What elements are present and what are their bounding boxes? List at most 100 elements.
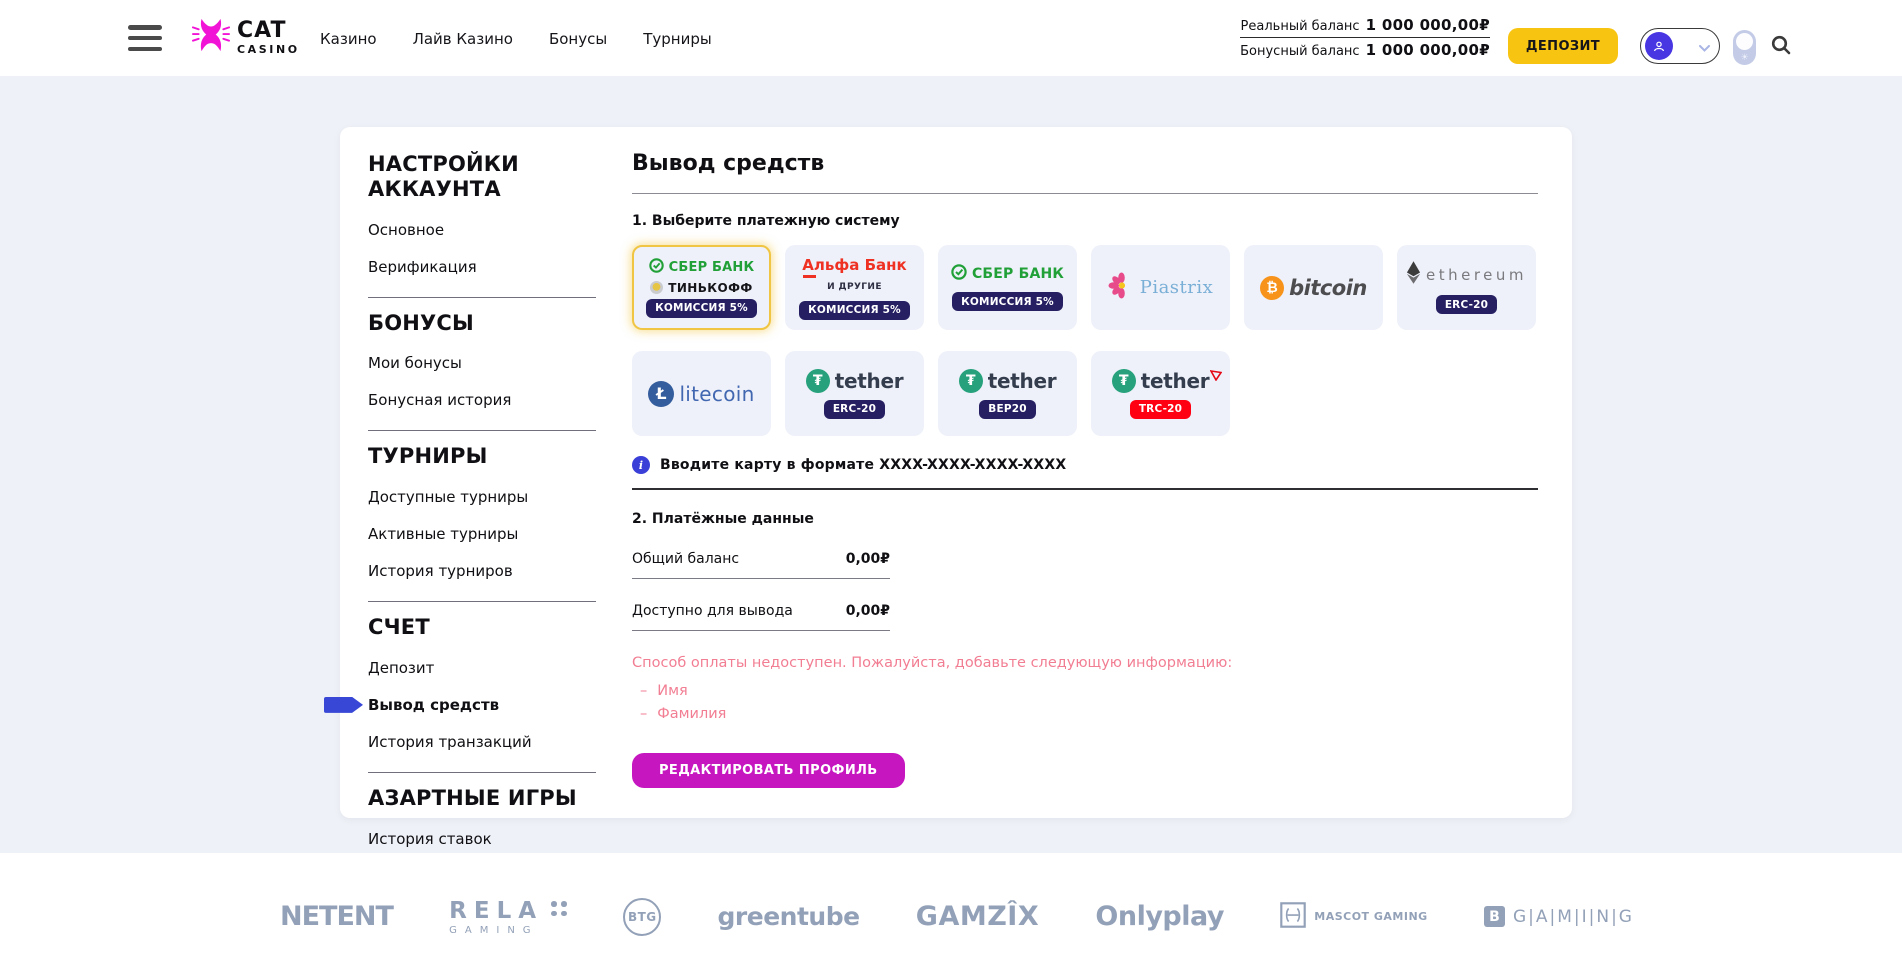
total-balance-row: Общий баланс 0,00₽ <box>632 551 890 579</box>
step1-label: 1. Выберите платежную систему <box>632 213 1538 229</box>
account-sidebar: НАСТРОЙКИ АККАУНТА Основное Верификация … <box>368 139 596 867</box>
bep20-badge: BEP20 <box>979 400 1035 419</box>
tether-icon: ₮ <box>959 369 983 393</box>
payment-tile-litecoin[interactable]: Ł litecoin <box>632 351 771 436</box>
sidebar-item-bonus-history[interactable]: Бонусная история <box>368 391 596 409</box>
bonus-balance-label: Бонусный баланс <box>1240 44 1359 59</box>
bitcoin-label: bitcoin <box>1289 276 1367 300</box>
bgaming-logo: B G|A|M|I|N|G <box>1484 906 1634 927</box>
commission-badge: КОМИССИЯ 5% <box>799 301 910 320</box>
providers-footer: NETENT RELA GAMING BTG greentube GAMZÎX … <box>0 853 1902 954</box>
payment-tile-tether-erc20[interactable]: ₮ tether ERC-20 <box>785 351 924 436</box>
withdrawal-content: Вывод средств 1. Выберите платежную сист… <box>632 139 1538 788</box>
edit-profile-button[interactable]: РЕДАКТИРОВАТЬ ПРОФИЛЬ <box>632 753 905 788</box>
alfa-sublabel: И ДРУГИЕ <box>827 282 882 292</box>
sidebar-item-verification[interactable]: Верификация <box>368 258 596 276</box>
balance-panel: Реальный баланс 1 000 000,00₽ Бонусный б… <box>1240 13 1490 62</box>
sidebar-divider <box>368 430 596 431</box>
mascot-icon <box>1280 902 1306 932</box>
tether-label: tether <box>1141 369 1210 393</box>
deposit-button[interactable]: ДЕПОЗИТ <box>1508 28 1618 64</box>
relax-gaming-logo: RELA GAMING <box>449 898 567 936</box>
sidebar-section-tournaments: ТУРНИРЫ <box>368 444 596 469</box>
toggle-knob <box>1736 33 1753 50</box>
sidebar-item-main[interactable]: Основное <box>368 221 596 239</box>
real-balance-value: 1 000 000,00₽ <box>1366 16 1490 34</box>
sidebar-section-account: СЧЕТ <box>368 615 596 640</box>
sber-label: СБЕР БАНК <box>972 266 1064 282</box>
sidebar-divider <box>368 601 596 602</box>
btg-logo: BTG <box>623 898 661 936</box>
nav-casino[interactable]: Казино <box>320 30 377 48</box>
section-divider <box>632 488 1538 490</box>
sidebar-divider <box>368 772 596 773</box>
payment-tile-tether-bep20[interactable]: ₮ tether BEP20 <box>938 351 1077 436</box>
sidebar-divider <box>368 297 596 298</box>
logo-text-casino: CASINO <box>237 44 300 55</box>
sidebar-item-available-tournaments[interactable]: Доступные турниры <box>368 488 596 506</box>
theme-toggle[interactable]: ☀ <box>1733 30 1756 65</box>
commission-badge: КОМИССИЯ 5% <box>646 299 757 318</box>
tether-icon: ₮ <box>1112 369 1136 393</box>
nav-live-casino[interactable]: Лайв Казино <box>413 30 513 48</box>
missing-field-last-name: Фамилия <box>640 706 1538 722</box>
account-card: НАСТРОЙКИ АККАУНТА Основное Верификация … <box>340 127 1572 818</box>
sidebar-item-transaction-history[interactable]: История транзакций <box>368 733 596 751</box>
top-header: CAT CASINO Казино Лайв Казино Бонусы Тур… <box>0 0 1902 76</box>
active-item-marker <box>324 697 363 713</box>
nav-tournaments[interactable]: Турниры <box>643 30 711 48</box>
bitcoin-icon: ₿ <box>1260 276 1284 300</box>
payment-unavailable-warning: Способ оплаты недоступен. Пожалуйста, до… <box>632 655 1538 671</box>
real-balance-row: Реальный баланс 1 000 000,00₽ <box>1240 13 1490 38</box>
payment-tile-ethereum[interactable]: ethereum ERC-20 <box>1397 245 1536 330</box>
title-divider <box>632 193 1538 194</box>
mascot-gaming-logo: MASCOT GAMING <box>1280 902 1427 932</box>
avatar-icon <box>1645 32 1673 60</box>
sidebar-section-bonuses: БОНУСЫ <box>368 311 596 336</box>
sidebar-item-bet-history[interactable]: История ставок <box>368 830 596 848</box>
cat-logo-icon <box>192 15 230 59</box>
missing-field-first-name: Имя <box>640 683 1538 699</box>
sun-icon: ☀ <box>1733 53 1756 63</box>
chevron-down-icon <box>1699 37 1710 56</box>
sidebar-item-active-tournaments[interactable]: Активные турниры <box>368 525 596 543</box>
payment-tile-alfabank[interactable]: Альфа Банк И ДРУГИЕ КОМИССИЯ 5% <box>785 245 924 330</box>
tether-icon: ₮ <box>806 369 830 393</box>
available-balance-value: 0,00₽ <box>846 603 890 619</box>
trc20-badge: TRC-20 <box>1130 400 1191 419</box>
profile-menu-button[interactable] <box>1640 28 1720 64</box>
missing-fields-list: Имя Фамилия <box>632 683 1538 722</box>
info-icon: i <box>632 456 650 474</box>
alfa-label: Альфа Банк <box>802 256 906 274</box>
ethereum-label: ethereum <box>1426 266 1527 284</box>
sidebar-item-withdrawal[interactable]: Вывод средств <box>368 696 596 714</box>
greentube-logo: greentube <box>718 902 860 931</box>
sidebar-item-tournament-history[interactable]: История турниров <box>368 562 596 580</box>
payment-tile-piastrix[interactable]: Piastrix <box>1091 245 1230 330</box>
search-button[interactable] <box>1770 34 1792 60</box>
card-format-hint: i Вводите карту в формате XXXX-XXXX-XXXX… <box>632 456 1538 474</box>
payment-tile-tether-trc20[interactable]: ₮ tether TRC-20 <box>1091 351 1230 436</box>
erc20-badge: ERC-20 <box>824 400 885 419</box>
step2-label: 2. Платёжные данные <box>632 511 1538 527</box>
page-title: Вывод средств <box>632 151 1538 176</box>
payment-tile-sber[interactable]: СБЕР БАНК КОМИССИЯ 5% <box>938 245 1077 330</box>
sidebar-section-gambling: АЗАРТНЫЕ ИГРЫ <box>368 786 596 811</box>
tether-label: tether <box>988 369 1057 393</box>
erc20-badge: ERC-20 <box>1436 295 1497 314</box>
payment-tile-sber-tinkoff[interactable]: СБЕР БАНК ТИНЬКОФФ КОМИССИЯ 5% <box>632 245 771 330</box>
relax-dots-icon <box>551 901 567 916</box>
netent-logo: NETENT <box>280 901 393 932</box>
main-nav: Казино Лайв Казино Бонусы Турниры <box>320 30 712 48</box>
piastrix-label: Piastrix <box>1140 277 1214 298</box>
card-format-text: Вводите карту в формате XXXX-XXXX-XXXX-X… <box>660 457 1066 473</box>
sidebar-item-my-bonuses[interactable]: Мои бонусы <box>368 354 596 372</box>
payment-tile-bitcoin[interactable]: ₿ bitcoin <box>1244 245 1383 330</box>
hamburger-menu-button[interactable] <box>128 25 162 51</box>
cat-casino-logo[interactable]: CAT CASINO <box>192 15 300 59</box>
nav-bonuses[interactable]: Бонусы <box>549 30 607 48</box>
tether-label: tether <box>835 369 904 393</box>
available-balance-label: Доступно для вывода <box>632 603 793 619</box>
real-balance-label: Реальный баланс <box>1241 19 1360 34</box>
sidebar-item-deposit[interactable]: Депозит <box>368 659 596 677</box>
